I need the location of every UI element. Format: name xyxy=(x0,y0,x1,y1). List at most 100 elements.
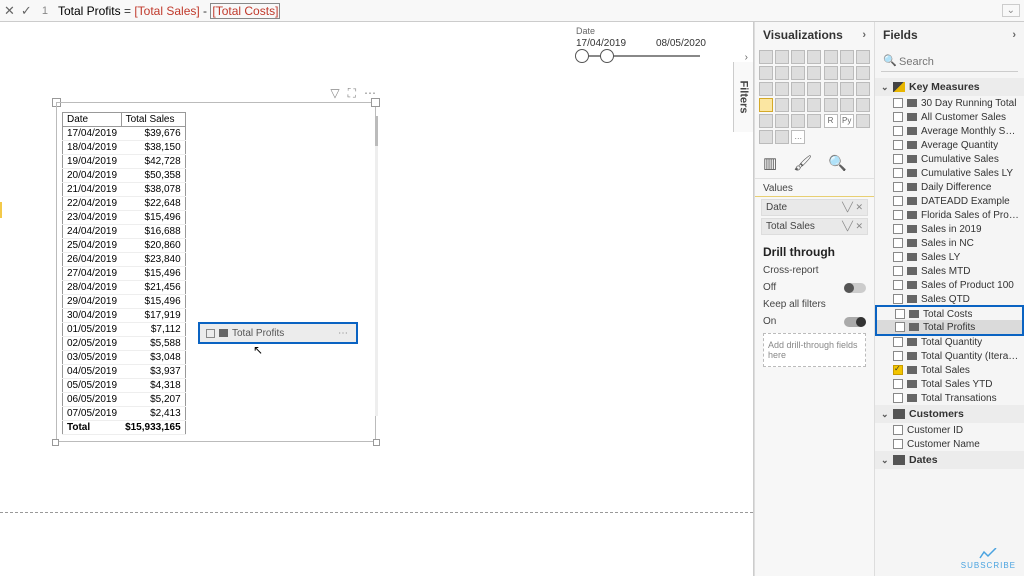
table-scrollbar[interactable] xyxy=(375,116,378,416)
viz-type-icon[interactable] xyxy=(759,130,773,144)
table-row[interactable]: 18/04/2019$38,150 xyxy=(63,141,186,155)
field-total-quantity-iteration-[interactable]: Total Quantity (Iteration) xyxy=(875,349,1024,363)
checkbox-icon[interactable] xyxy=(893,294,903,304)
checkbox-icon[interactable] xyxy=(893,182,903,192)
slicer-start[interactable]: 17/04/2019 xyxy=(576,38,626,49)
checkbox-icon[interactable] xyxy=(893,351,903,361)
fields-header[interactable]: Fields› xyxy=(875,22,1024,48)
group-customers[interactable]: ⌄ Customers xyxy=(875,405,1024,423)
checkbox-icon[interactable] xyxy=(893,224,903,234)
viz-type-icon[interactable] xyxy=(807,82,821,96)
viz-type-icon[interactable] xyxy=(775,114,789,128)
slicer-handle-left[interactable] xyxy=(575,49,589,63)
focus-mode-icon[interactable]: ⛶ xyxy=(348,86,356,101)
slicer-track[interactable] xyxy=(582,55,700,57)
field-sales-qtd[interactable]: Sales QTD xyxy=(875,292,1024,306)
well-field[interactable]: Date╲╱ ✕ xyxy=(761,199,868,216)
viz-type-icon[interactable] xyxy=(824,82,838,96)
search-input[interactable] xyxy=(881,53,1018,72)
viz-type-icon[interactable] xyxy=(775,130,789,144)
viz-type-icon[interactable] xyxy=(856,98,870,112)
checkbox-icon[interactable] xyxy=(893,98,903,108)
viz-type-icon[interactable] xyxy=(759,82,773,96)
field-florida-sales-of-product-2-[interactable]: Florida Sales of Product 2 ... xyxy=(875,208,1024,222)
checkbox-icon[interactable] xyxy=(893,280,903,290)
table-row[interactable]: 04/05/2019$3,937 xyxy=(63,365,186,379)
well-field[interactable]: Total Sales╲╱ ✕ xyxy=(761,218,868,235)
checkbox-icon[interactable] xyxy=(895,322,905,332)
viz-type-icon[interactable] xyxy=(824,98,838,112)
viz-type-icon[interactable] xyxy=(775,50,789,64)
field-sales-in-nc[interactable]: Sales in NC xyxy=(875,236,1024,250)
col-date[interactable]: Date xyxy=(63,113,122,127)
format-tool-icon[interactable]: 🖌 xyxy=(793,154,812,172)
viz-type-icon[interactable] xyxy=(775,82,789,96)
drill-drop-zone[interactable]: Add drill-through fields here xyxy=(763,333,866,367)
viz-type-icon[interactable] xyxy=(791,50,805,64)
field-total-costs[interactable]: Total Costs xyxy=(877,307,1022,321)
viz-type-icon[interactable] xyxy=(759,50,773,64)
viz-type-icon[interactable]: Py xyxy=(840,114,854,128)
table-row[interactable]: 24/04/2019$16,688 xyxy=(63,225,186,239)
viz-type-icon[interactable] xyxy=(840,82,854,96)
table-row[interactable]: 19/04/2019$42,728 xyxy=(63,155,186,169)
date-slicer[interactable]: Date 17/04/2019 08/05/2020 xyxy=(576,26,706,57)
checkbox-icon[interactable] xyxy=(893,196,903,206)
field-total-profits[interactable]: Total Profits xyxy=(877,320,1022,334)
viz-type-icon[interactable] xyxy=(759,66,773,80)
viz-type-icon[interactable] xyxy=(824,50,838,64)
table-visual[interactable]: ▽ ⛶ ⋯ Date Total Sales 17/04/2019$39,676… xyxy=(56,102,376,442)
group-key-measures[interactable]: ⌄ Key Measures xyxy=(875,78,1024,96)
table-row[interactable]: 23/04/2019$15,496 xyxy=(63,211,186,225)
field-sales-ly[interactable]: Sales LY xyxy=(875,250,1024,264)
checkbox-icon[interactable] xyxy=(893,168,903,178)
group-dates[interactable]: ⌄ Dates xyxy=(875,451,1024,469)
filters-pane-collapsed[interactable]: Filters xyxy=(733,62,753,132)
checkbox-icon[interactable] xyxy=(893,154,903,164)
field-customer-name[interactable]: Customer Name xyxy=(875,437,1024,451)
slicer-handle-right[interactable] xyxy=(600,49,614,63)
formula-expand-icon[interactable]: ⌄ xyxy=(1002,4,1020,17)
analytics-tool-icon[interactable]: 🔍 xyxy=(828,154,847,172)
table-row[interactable]: 02/05/2019$5,588 xyxy=(63,337,186,351)
data-table[interactable]: Date Total Sales 17/04/2019$39,67618/04/… xyxy=(62,112,186,435)
table-row[interactable]: 26/04/2019$23,840 xyxy=(63,253,186,267)
table-row[interactable]: 06/05/2019$5,207 xyxy=(63,393,186,407)
viz-type-icon[interactable] xyxy=(759,98,773,112)
more-options-icon[interactable]: ⋯ xyxy=(364,86,376,101)
viz-type-icon[interactable] xyxy=(775,98,789,112)
viz-type-icon[interactable] xyxy=(791,66,805,80)
table-row[interactable]: 17/04/2019$39,676 xyxy=(63,127,186,141)
viz-type-icon[interactable] xyxy=(856,114,870,128)
formula-text[interactable]: Total Profits = [Total Sales] - [Total C… xyxy=(58,4,996,18)
viz-type-icon[interactable] xyxy=(807,114,821,128)
checkbox-icon[interactable] xyxy=(893,439,903,449)
field-sales-mtd[interactable]: Sales MTD xyxy=(875,264,1024,278)
viz-type-icon[interactable]: … xyxy=(791,130,805,144)
keep-filters-toggle[interactable] xyxy=(844,317,866,327)
formula-cancel-icon[interactable]: ✕ xyxy=(4,3,15,19)
col-total-sales[interactable]: Total Sales xyxy=(121,113,185,127)
field-sales-in-2019[interactable]: Sales in 2019 xyxy=(875,222,1024,236)
field-cumulative-sales[interactable]: Cumulative Sales xyxy=(875,152,1024,166)
viz-type-icon[interactable] xyxy=(840,50,854,64)
field-average-monthly-sales[interactable]: Average Monthly Sales xyxy=(875,124,1024,138)
viz-type-icon[interactable]: R xyxy=(824,114,838,128)
field-cumulative-sales-ly[interactable]: Cumulative Sales LY xyxy=(875,166,1024,180)
field-total-sales-ytd[interactable]: Total Sales YTD xyxy=(875,377,1024,391)
field-30-day-running-total[interactable]: 30 Day Running Total xyxy=(875,96,1024,110)
viz-type-icon[interactable] xyxy=(807,98,821,112)
checkbox-icon[interactable] xyxy=(893,252,903,262)
field-all-customer-sales[interactable]: All Customer Sales xyxy=(875,110,1024,124)
chevron-right-icon[interactable]: › xyxy=(1012,29,1016,41)
checkbox-icon[interactable] xyxy=(893,365,903,375)
checkbox-icon[interactable] xyxy=(893,393,903,403)
checkbox-icon[interactable] xyxy=(893,140,903,150)
table-row[interactable]: 27/04/2019$15,496 xyxy=(63,267,186,281)
table-row[interactable]: 25/04/2019$20,860 xyxy=(63,239,186,253)
viz-type-icon[interactable] xyxy=(856,82,870,96)
viz-type-icon[interactable] xyxy=(759,114,773,128)
viz-type-icon[interactable] xyxy=(840,98,854,112)
viz-type-icon[interactable] xyxy=(807,50,821,64)
fields-search[interactable]: 🔍 xyxy=(881,52,1018,72)
